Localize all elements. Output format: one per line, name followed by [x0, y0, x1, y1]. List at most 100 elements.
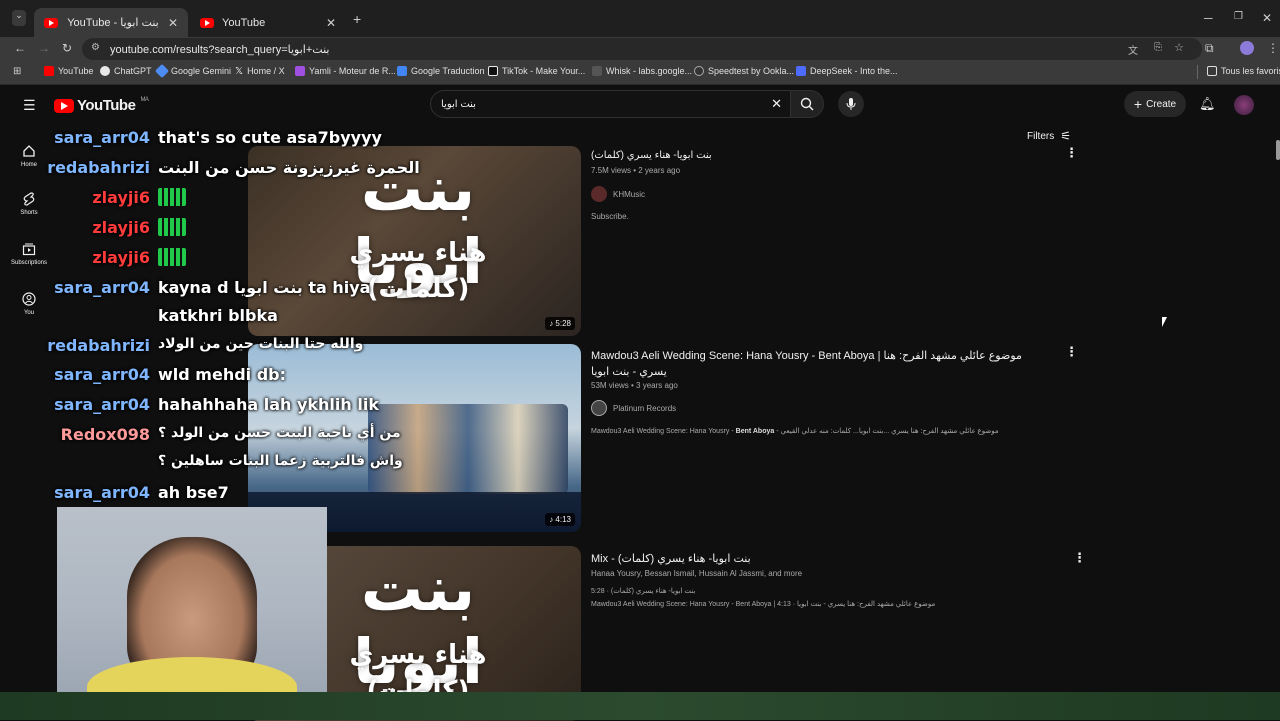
plus-icon: + — [1133, 96, 1143, 112]
video-title[interactable]: Mawdou3 Aeli Wedding Scene: Hana Yousry … — [591, 348, 1031, 380]
deepseek-icon — [796, 66, 806, 76]
browser-toolbar: ← → ↻ ⚙ youtube.com/results?search_query… — [0, 37, 1280, 61]
minimize-icon[interactable]: ─ — [1204, 11, 1213, 25]
mix-track[interactable]: 5:28 · بنت ابويا- هناء يسري (كلمات) — [591, 587, 695, 595]
equalizer-emote-icon — [158, 218, 186, 236]
chat-message: zlayji6 — [0, 188, 186, 207]
address-bar[interactable]: ⚙ youtube.com/results?search_query=بنت+ا… — [82, 38, 1202, 60]
chat-message: zlayji6 — [0, 248, 186, 267]
tab-search-icon[interactable]: ⌄ — [12, 10, 26, 26]
bookmark-google-translate[interactable]: Google Traduction — [397, 66, 485, 76]
video-title[interactable]: بنت ابويا- هناء يسري (كلمات) — [591, 150, 712, 161]
youtube-play-icon — [54, 98, 74, 113]
new-tab-icon[interactable]: + — [353, 11, 361, 27]
install-app-icon[interactable]: ⎘ — [1154, 42, 1162, 53]
chat-message: redabahrizi والله حتا البنات حين من الولا… — [47, 336, 364, 355]
folder-icon — [1207, 66, 1217, 76]
site-info-icon[interactable]: ⚙ — [91, 42, 100, 53]
bookmark-tiktok[interactable]: TikTok - Make Your... — [488, 66, 585, 76]
more-actions-icon[interactable]: ⋮ — [1065, 145, 1078, 161]
youtube-logo[interactable]: YouTube MA — [54, 96, 149, 114]
search-input[interactable]: بنت ابويا ✕ — [430, 90, 790, 118]
bookmark-gemini[interactable]: Google Gemini — [154, 63, 231, 79]
video-duration: ♪ 4:13 — [545, 513, 575, 526]
tab-youtube[interactable]: YouTube ✕ — [190, 8, 346, 37]
channel-link[interactable]: KHMusic — [591, 186, 645, 202]
apps-grid-icon[interactable]: ⊞ — [13, 66, 21, 77]
chat-message: sara_arr04 hahahhaha lah ykhlih lik — [54, 395, 379, 414]
close-tab-icon[interactable]: ✕ — [168, 16, 178, 30]
thumbnail-text: هناء يسري — [349, 640, 487, 670]
hamburger-menu-icon[interactable]: ☰ — [23, 97, 36, 114]
bookmark-youtube[interactable]: YouTube — [44, 66, 93, 76]
video-description: Mawdou3 Aeli Wedding Scene: Hana Yousry … — [591, 428, 999, 435]
youtube-favicon-icon — [44, 17, 58, 28]
voice-search-button[interactable] — [838, 91, 864, 117]
yamli-icon — [295, 66, 305, 76]
chat-message: Redox098 من أي ناحية البنت حسن من الولد ؟ — [60, 425, 401, 444]
translate-icon[interactable]: 文 — [1128, 42, 1138, 57]
taskbar-strip — [0, 692, 1280, 720]
youtube-icon — [44, 66, 54, 76]
bookmarks-divider — [1197, 65, 1198, 79]
equalizer-emote-icon — [158, 188, 186, 206]
speedtest-icon — [694, 66, 704, 76]
tab-title: YouTube — [222, 16, 266, 29]
more-actions-icon[interactable]: ⋮ — [1065, 344, 1078, 360]
video-description: Subscribe. — [591, 212, 629, 221]
filters-sliders-icon: ⚟ — [1060, 129, 1071, 143]
tiktok-icon — [488, 66, 498, 76]
extensions-icon[interactable]: ⧉ — [1205, 41, 1214, 56]
mix-artists: Hanaa Yousry, Bessan Ismail, Hussain Al … — [591, 569, 803, 578]
bookmark-yamli[interactable]: Yamli - Moteur de R... — [295, 66, 396, 76]
more-actions-icon[interactable]: ⋮ — [1073, 550, 1086, 566]
chatgpt-icon — [100, 66, 110, 76]
thumbnail-text: هناء يسري — [349, 238, 487, 268]
close-tab-icon[interactable]: ✕ — [326, 16, 336, 30]
channel-link[interactable]: Platinum Records — [591, 400, 676, 416]
tab-youtube-search[interactable]: YouTube - بنت ابويا ✕ — [34, 8, 188, 37]
chat-message: redabahrizi الحمرة غيرزيزونة حسن من البنت — [47, 158, 420, 177]
bookmark-star-icon[interactable]: ☆ — [1174, 41, 1184, 54]
video-meta: 7.5M views • 2 years ago — [591, 166, 681, 175]
browser-menu-icon[interactable]: ⋮ — [1267, 41, 1279, 55]
profile-avatar[interactable] — [1240, 41, 1254, 55]
bookmarks-bar: ⊞ YouTube ChatGPT Google Gemini 𝕏 Home / … — [0, 61, 1280, 85]
restore-icon[interactable]: ❐ — [1234, 11, 1243, 22]
forward-icon[interactable]: → — [38, 41, 50, 55]
x-logo-icon: 𝕏 — [235, 66, 244, 77]
mix-title[interactable]: Mix - بنت ابويا- هناء يسري (كلمات) — [591, 552, 751, 565]
account-avatar[interactable] — [1234, 95, 1254, 115]
bookmark-chatgpt[interactable]: ChatGPT — [100, 66, 152, 76]
gemini-icon — [154, 63, 170, 79]
region-code: MA — [140, 96, 149, 103]
microphone-icon — [846, 98, 856, 110]
search-icon — [800, 97, 814, 111]
cast-photo — [368, 404, 568, 494]
notifications-bell-icon[interactable]: 🔔︎ — [1199, 96, 1216, 112]
page-scrollbar[interactable] — [1276, 140, 1280, 160]
bookmark-speedtest[interactable]: Speedtest by Ookla... — [694, 66, 794, 76]
whisk-icon — [592, 66, 602, 76]
tab-title: YouTube - بنت ابويا — [67, 17, 159, 29]
all-bookmarks[interactable]: Tous les favoris — [1207, 66, 1280, 76]
webcam-overlay — [57, 507, 327, 703]
browser-tab-strip: ⌄ YouTube - بنت ابويا ✕ YouTube ✕ + ─ ❐ … — [0, 0, 1280, 37]
search-button[interactable] — [790, 90, 824, 118]
chat-message: sara_arr04 kayna d بنت ابويا ta hiya — [54, 278, 371, 297]
bookmark-deepseek[interactable]: DeepSeek - Into the... — [796, 66, 898, 76]
back-icon[interactable]: ← — [14, 41, 26, 55]
equalizer-emote-icon — [158, 248, 186, 266]
bookmark-x[interactable]: 𝕏 Home / X — [235, 66, 285, 77]
chat-message: sara_arr04 that's so cute asa7byyyy — [54, 128, 382, 147]
bookmark-whisk[interactable]: Whisk - labs.google... — [592, 66, 692, 76]
filters-button[interactable]: Filters ⚟ — [1027, 129, 1071, 143]
chat-message: sara_arr04 wld mehdi db: — [54, 365, 287, 384]
reload-icon[interactable]: ↻ — [62, 41, 72, 55]
mouse-cursor-icon — [1162, 317, 1167, 327]
create-button[interactable]: + Create — [1124, 91, 1186, 117]
mix-track[interactable]: Mawdou3 Aeli Wedding Scene: Hana Yousry … — [591, 600, 935, 608]
clear-search-icon[interactable]: ✕ — [771, 96, 782, 112]
video-meta: 53M views • 3 years ago — [591, 381, 678, 390]
close-window-icon[interactable]: ✕ — [1262, 11, 1272, 25]
